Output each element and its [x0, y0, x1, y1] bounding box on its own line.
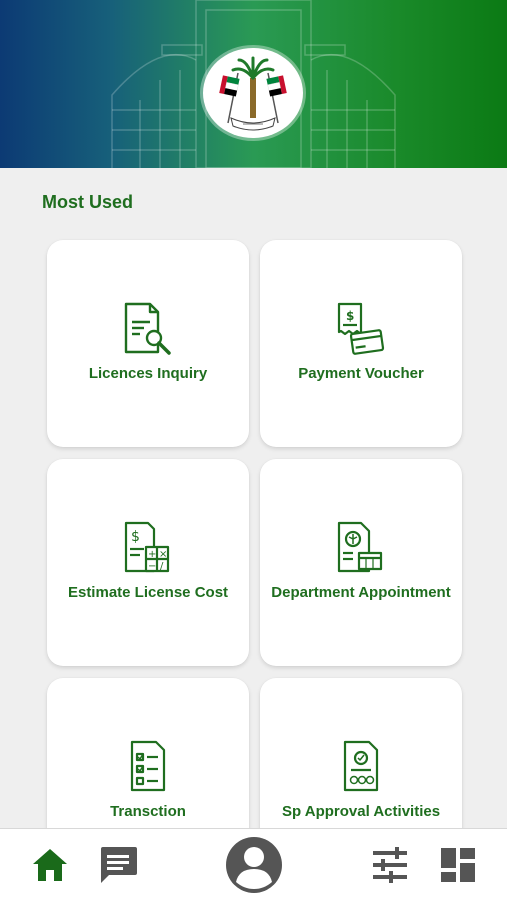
svg-text:$: $	[346, 309, 354, 323]
card-estimate-license-cost[interactable]: $ + × − / Estimate License Cost	[47, 459, 249, 666]
card-licences-inquiry[interactable]: Licences Inquiry	[47, 240, 249, 447]
svg-text:+: +	[148, 549, 156, 560]
uae-government-emblem-icon	[219, 56, 287, 131]
card-label: Payment Voucher	[298, 365, 424, 382]
card-department-appointment[interactable]: Department Appointment	[260, 459, 462, 666]
header-banner	[0, 0, 507, 168]
dashboard-icon[interactable]	[439, 846, 477, 884]
document-calendar-icon	[337, 521, 383, 573]
card-label: Licences Inquiry	[88, 365, 208, 382]
document-search-icon	[124, 302, 171, 355]
government-emblem	[203, 48, 303, 138]
card-label: Department Appointment	[271, 584, 451, 601]
svg-text:×: ×	[159, 549, 167, 560]
card-label: Transction	[110, 803, 186, 820]
receipt-card-icon: $	[337, 302, 385, 355]
svg-text:$: $	[131, 529, 140, 545]
card-label: Estimate License Cost	[67, 584, 229, 601]
card-payment-voucher[interactable]: $ Payment Voucher	[260, 240, 462, 447]
svg-text:−: −	[148, 561, 156, 572]
bottom-navigation-bar	[0, 828, 507, 900]
chat-icon[interactable]	[97, 845, 139, 885]
checklist-document-icon	[130, 740, 166, 792]
document-calculator-icon: $ + × − /	[124, 521, 170, 573]
profile-icon[interactable]	[225, 836, 283, 894]
home-icon[interactable]	[31, 847, 69, 883]
card-label: Sp Approval Activities	[281, 803, 441, 820]
section-title-most-used: Most Used	[42, 192, 134, 212]
settings-sliders-icon[interactable]	[371, 847, 409, 883]
approval-document-icon	[343, 740, 379, 792]
